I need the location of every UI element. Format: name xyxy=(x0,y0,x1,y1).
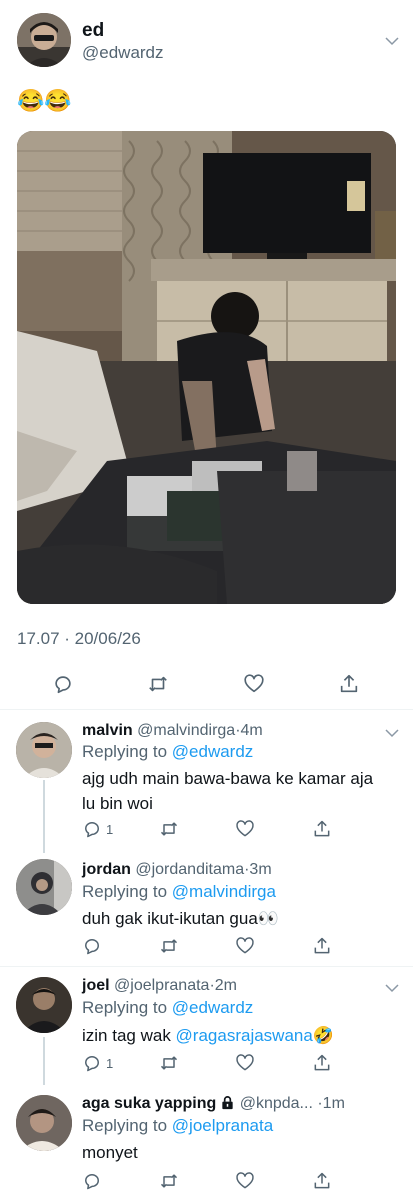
reply-text-line: duh gak ikut-ikutan gua👀 xyxy=(82,909,279,928)
reply-author-name[interactable]: malvin xyxy=(82,722,133,739)
replying-to: Replying to @edwardz xyxy=(82,998,253,1018)
share-icon[interactable] xyxy=(312,1170,332,1192)
reply-text-line: ajg udh main bawa-bawa ke kamar aja xyxy=(82,769,374,788)
reply-icon[interactable] xyxy=(52,671,78,697)
reply-author-handle[interactable]: @jordanditama xyxy=(135,861,244,878)
like-icon[interactable] xyxy=(235,818,255,840)
reply-tweet: malvin @malvindirga·4m Replying to @edwa… xyxy=(0,710,413,853)
reply-header: joel @joelpranata·2m xyxy=(82,977,237,995)
reply-header: malvin @malvindirga·4m xyxy=(82,722,263,740)
reply-author-name[interactable]: joel xyxy=(82,977,110,994)
reply-text-line: monyet xyxy=(82,1143,138,1162)
retweet-icon[interactable] xyxy=(159,1052,179,1074)
replying-to-mention[interactable]: @edwardz xyxy=(172,742,254,761)
author-avatar[interactable] xyxy=(17,13,71,67)
reply-text: monyet xyxy=(82,1140,382,1165)
reply-author-name[interactable]: aga suka yapping xyxy=(82,1095,216,1112)
share-icon[interactable] xyxy=(338,671,364,697)
reply-text-line: lu bin woi xyxy=(82,794,153,813)
reply-icon[interactable] xyxy=(82,935,102,957)
retweet-icon[interactable] xyxy=(159,935,179,957)
share-icon[interactable] xyxy=(312,818,332,840)
replying-to-mention[interactable]: @joelpranata xyxy=(172,1116,273,1135)
like-icon[interactable] xyxy=(235,1170,255,1192)
like-icon[interactable] xyxy=(243,671,269,697)
reply-time[interactable]: 3m xyxy=(249,861,271,878)
main-tweet: ed @edwardz 😂😂 17.07 · 20/06/26 xyxy=(0,0,413,710)
replying-to-mention[interactable]: @edwardz xyxy=(172,998,254,1017)
reply-tweet: joel @joelpranata·2m Replying to @edward… xyxy=(0,967,413,1085)
reply-text: duh gak ikut-ikutan gua👀 xyxy=(82,906,382,931)
reply-header: aga suka yapping @knpda... ·1m xyxy=(82,1095,345,1115)
reply-icon[interactable]: 1 xyxy=(82,818,113,840)
tweet-photo[interactable] xyxy=(17,131,396,604)
reply-time[interactable]: 2m xyxy=(215,977,237,994)
reply-author-handle[interactable]: @malvindirga xyxy=(137,722,235,739)
chevron-down-icon[interactable] xyxy=(383,32,401,50)
reply-icon[interactable]: 1 xyxy=(82,1052,113,1074)
reply-count: 1 xyxy=(106,821,114,837)
author-name[interactable]: ed xyxy=(82,20,104,42)
reply-mention[interactable]: @ragasrajaswana xyxy=(176,1026,313,1045)
reply-text-segment: izin tag wak xyxy=(82,1026,176,1045)
like-icon[interactable] xyxy=(235,935,255,957)
reply-avatar[interactable] xyxy=(16,1095,72,1151)
share-icon[interactable] xyxy=(312,935,332,957)
replying-to-label: Replying to xyxy=(82,882,172,901)
reply-author-handle[interactable]: @knpda... xyxy=(240,1095,313,1112)
reply-text: ajg udh main bawa-bawa ke kamar aja lu b… xyxy=(82,766,382,816)
replying-to: Replying to @joelpranata xyxy=(82,1116,273,1136)
reply-author-name[interactable]: jordan xyxy=(82,861,131,878)
reply-text: izin tag wak @ragasrajaswana🤣 xyxy=(82,1023,382,1048)
retweet-icon[interactable] xyxy=(147,671,173,697)
author-handle[interactable]: @edwardz xyxy=(82,43,164,63)
retweet-icon[interactable] xyxy=(159,818,179,840)
reply-author-handle[interactable]: @joelpranata xyxy=(114,977,209,994)
retweet-icon[interactable] xyxy=(159,1170,179,1192)
reply-header: jordan @jordanditama·3m xyxy=(82,861,272,879)
reply-avatar[interactable] xyxy=(16,977,72,1033)
reply-count: 1 xyxy=(106,1055,114,1071)
like-icon[interactable] xyxy=(235,1052,255,1074)
tweet-timestamp[interactable]: 17.07 · 20/06/26 xyxy=(17,629,141,649)
reply-icon[interactable] xyxy=(82,1170,102,1192)
reply-time[interactable]: 4m xyxy=(241,722,263,739)
chevron-down-icon[interactable] xyxy=(383,724,401,742)
thread-line xyxy=(43,780,45,853)
share-icon[interactable] xyxy=(312,1052,332,1074)
replying-to-label: Replying to xyxy=(82,742,172,761)
reply-time[interactable]: 1m xyxy=(323,1095,345,1112)
replying-to-mention[interactable]: @malvindirga xyxy=(172,882,276,901)
reply-avatar[interactable] xyxy=(16,859,72,915)
reply-tweet: aga suka yapping @knpda... ·1m Replying … xyxy=(0,1085,413,1200)
reply-text-segment: 🤣 xyxy=(312,1026,334,1045)
replying-to-label: Replying to xyxy=(82,998,172,1017)
replying-to: Replying to @edwardz xyxy=(82,742,253,762)
reply-avatar[interactable] xyxy=(16,722,72,778)
thread-line xyxy=(43,1037,45,1085)
reply-tweet: jordan @jordanditama·3m Replying to @mal… xyxy=(0,853,413,966)
chevron-down-icon[interactable] xyxy=(383,979,401,997)
replying-to-label: Replying to xyxy=(82,1116,172,1135)
tweet-text: 😂😂 xyxy=(17,88,72,113)
lock-icon xyxy=(220,1095,235,1115)
replying-to: Replying to @malvindirga xyxy=(82,882,276,902)
